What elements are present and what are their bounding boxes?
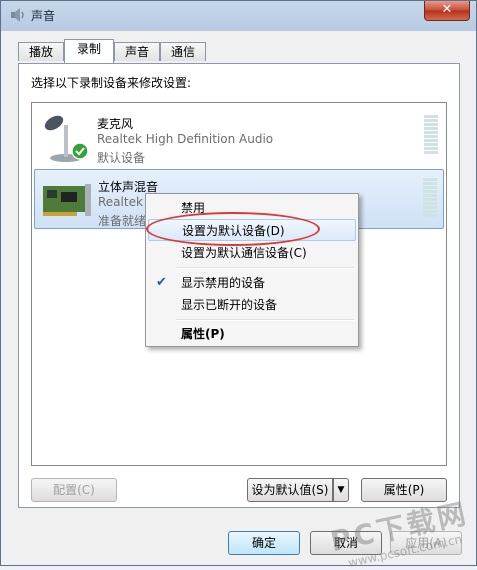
device-status: 准备就绪 [98,214,147,228]
tab-sounds[interactable]: 声音 [114,42,160,61]
title-bar[interactable]: 声音 ✕ [1,1,476,31]
speaker-icon [10,7,26,23]
level-meter [424,115,438,157]
tab-recording[interactable]: 录制 [64,39,114,63]
window-title: 声音 [31,9,56,23]
menu-separator [176,319,354,321]
microphone-icon [40,111,92,163]
menu-item-disable[interactable]: 禁用 [148,197,356,219]
tab-communications[interactable]: 通信 [160,42,206,61]
tab-playback[interactable]: 播放 [18,42,64,61]
device-name: 麦克风 [97,117,134,131]
menu-item-set-default-comm-device[interactable]: 设置为默认通信设备(C) [148,242,356,264]
menu-item-set-default-device[interactable]: 设置为默认设备(D) [148,219,356,241]
configure-button[interactable]: 配置(C) [31,478,117,502]
list-item-microphone[interactable]: 麦克风 Realtek High Definition Audio 默认设备 [34,107,444,167]
level-meter [423,178,437,220]
set-default-dropdown[interactable]: ▼ [333,478,349,502]
checkmark-icon: ✔ [156,275,167,290]
dropdown-arrow-icon: ▼ [337,485,345,495]
device-driver: Realtek [98,195,143,209]
sound-card-icon [41,174,93,226]
menu-item-show-disconnected[interactable]: 显示已断开的设备 [148,294,356,316]
context-menu: 禁用 设置为默认设备(D) 设置为默认通信设备(C) ✔ 显示禁用的设备 显示已… [145,193,359,347]
set-default-button[interactable]: 设为默认值(S) [247,478,333,502]
instruction-text: 选择以下录制设备来修改设置: [31,76,192,90]
close-button[interactable]: ✕ [424,1,470,21]
menu-separator [176,267,354,269]
device-status: 默认设备 [97,151,146,165]
menu-item-properties[interactable]: 属性(P) [148,323,356,345]
menu-item-show-disabled[interactable]: ✔ 显示禁用的设备 [148,272,356,294]
device-driver: Realtek High Definition Audio [97,132,274,146]
ok-button[interactable]: 确定 [228,531,300,555]
